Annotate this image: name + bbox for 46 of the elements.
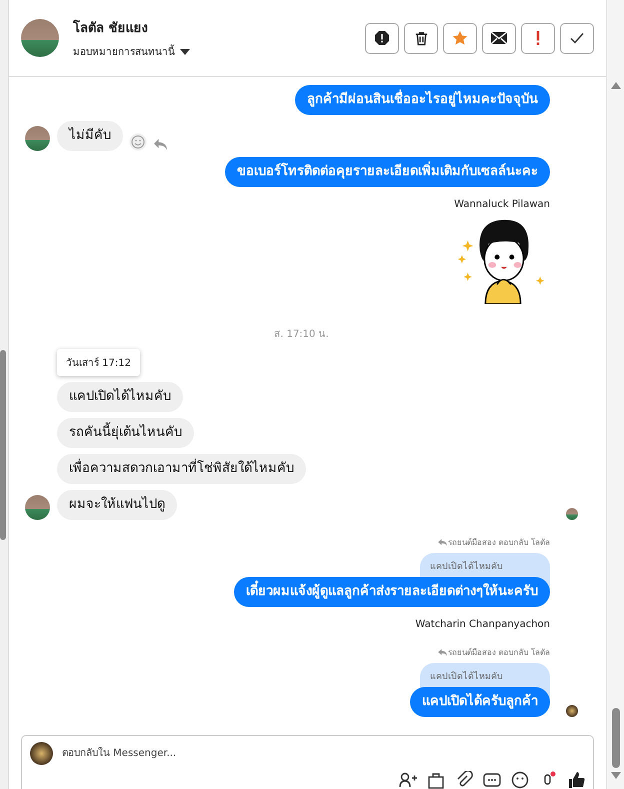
exclamation-icon xyxy=(535,30,541,46)
received-message: แคปเปิดได้ไหมคับ xyxy=(57,382,183,412)
sender-name: Watcharin Chanpanyachon xyxy=(415,619,550,630)
received-message: ไม่มีคับ xyxy=(57,121,123,151)
assign-dropdown[interactable]: มอบหมายการสนทนานี้ xyxy=(73,44,190,59)
spam-icon xyxy=(374,30,390,46)
emoji-icon[interactable] xyxy=(511,771,529,789)
contact-avatar xyxy=(21,19,59,57)
sent-message: ลูกค้ามีผ่อนสินเชื่ออะไรอยู่ไหมคะปัจจุบัน xyxy=(295,85,550,115)
sent-message: แคปเปิดได้ครับลูกค้า xyxy=(410,687,550,717)
spam-button[interactable] xyxy=(365,22,399,54)
reply-icon[interactable] xyxy=(153,138,168,151)
sent-message: เดี๋ยวผมแจ้งผู้ดูแลลูกค้าส่งรายละเอียดต่างๆให้นะครับ xyxy=(234,577,550,607)
caret-icon xyxy=(180,48,190,54)
bag-icon[interactable] xyxy=(427,771,445,789)
star-icon xyxy=(452,30,468,46)
received-message: ผมจะให้แฟนไปดู xyxy=(57,490,177,520)
done-button[interactable] xyxy=(560,22,594,54)
reply-icon xyxy=(438,539,447,546)
trash-icon xyxy=(414,30,428,46)
reply-icon xyxy=(438,649,447,656)
add-person-icon[interactable] xyxy=(399,771,417,789)
scroll-up-icon[interactable] xyxy=(610,82,620,89)
trash-button[interactable] xyxy=(404,22,438,54)
attach-icon[interactable] xyxy=(455,771,473,789)
sent-message: ขอเบอร์โทรติดต่อคุยรายละเอียดเพิ่มเติมกับเซลล์นะคะ xyxy=(225,157,550,187)
contact-name: โลตัล ชัยแยง xyxy=(73,18,149,38)
scrollbar-thumb[interactable] xyxy=(0,350,6,540)
important-button[interactable] xyxy=(521,22,555,54)
reply-note: รถยนต์มือสอง ตอบกลับ โลตัล xyxy=(438,646,550,659)
star-button[interactable] xyxy=(443,22,477,54)
timestamp: ส. 17:10 น. xyxy=(273,328,330,341)
smiley-icon[interactable] xyxy=(129,133,147,151)
chat-icon[interactable] xyxy=(483,771,501,789)
reply-note: รถยนต์มือสอง ตอบกลับ โลตัล xyxy=(438,536,550,549)
reply-box[interactable]: ตอบกลับใน Messenger... xyxy=(21,735,594,789)
scroll-down-icon[interactable] xyxy=(610,772,620,779)
sender-name: Wannaluck Pilawan xyxy=(454,199,550,210)
page-avatar xyxy=(30,742,53,765)
received-message: เพื่อความสดวกเอามาที่โช่พิสัยใด้ไหมคับ xyxy=(57,454,306,484)
received-message: รถคันนี้ยุ่เต้นไหนคับ xyxy=(57,418,194,448)
mail-button[interactable] xyxy=(482,22,516,54)
date-tooltip: วันเสาร์ 17:12 xyxy=(57,349,140,376)
like-icon[interactable] xyxy=(567,771,585,789)
scrollbar-thumb[interactable] xyxy=(612,708,620,768)
mail-icon xyxy=(490,31,508,45)
